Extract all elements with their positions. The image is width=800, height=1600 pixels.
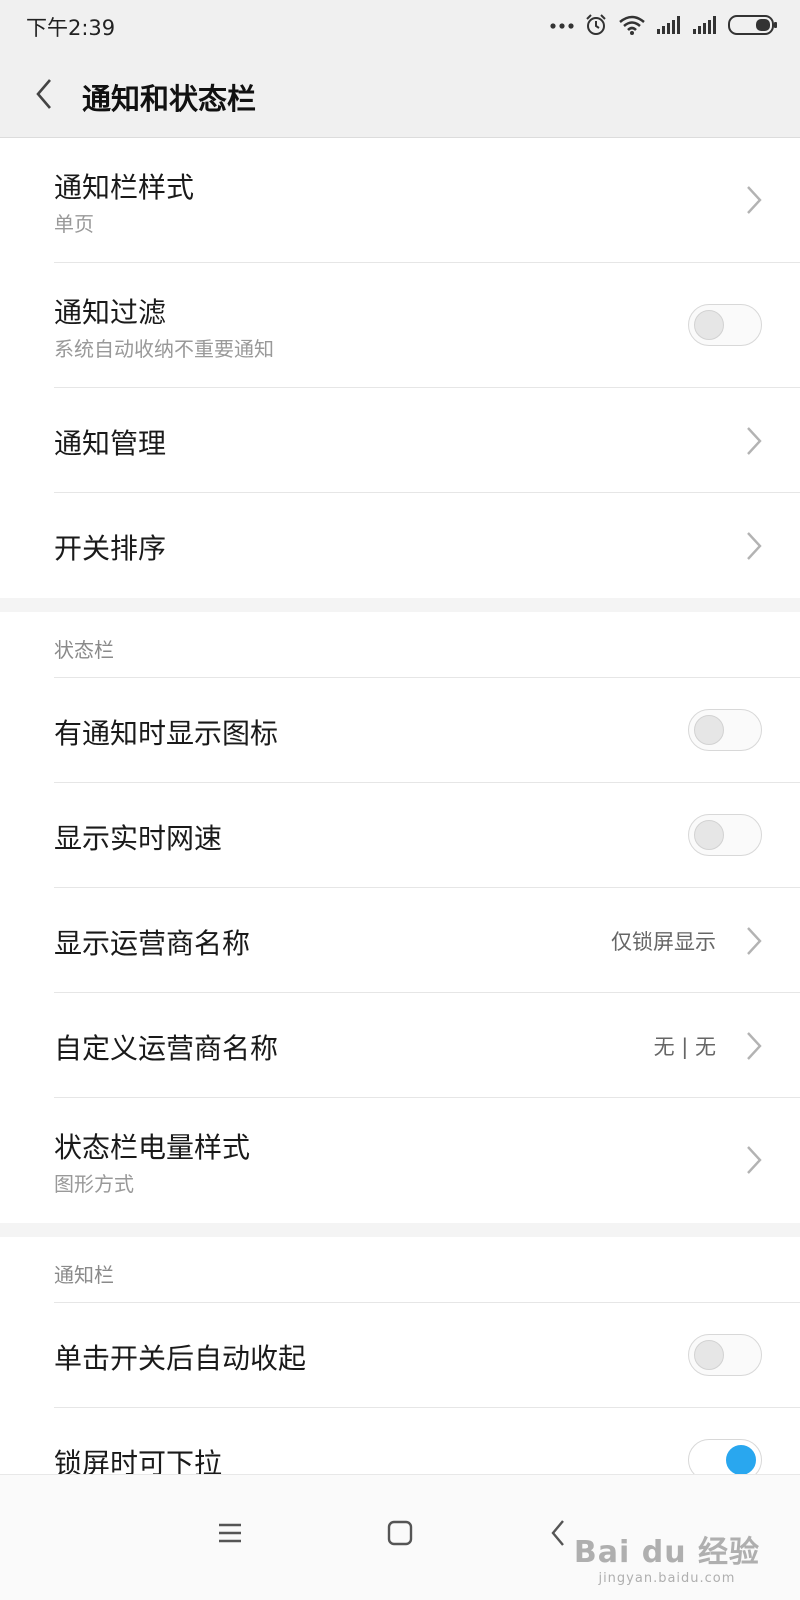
- section-divider: [0, 598, 800, 612]
- status-time: 下午2:39: [26, 16, 116, 40]
- notification-bar-section: 通知栏 单击开关后自动收起 锁屏时可下拉: [0, 1237, 800, 1513]
- toggle-knob: [694, 1340, 724, 1370]
- chevron-right-icon: [747, 427, 762, 455]
- row-title: 有通知时显示图标: [54, 717, 279, 750]
- page-title: 通知和状态栏: [82, 82, 257, 116]
- row-notification-style[interactable]: 通知栏样式 单页: [54, 138, 800, 263]
- auto-collapse-toggle[interactable]: [688, 1334, 762, 1376]
- row-battery-style[interactable]: 状态栏电量样式 图形方式: [54, 1098, 800, 1223]
- more-dots-icon: [550, 23, 574, 29]
- signal-2-icon: [693, 16, 716, 34]
- row-custom-carrier-name[interactable]: 自定义运营商名称 无 | 无: [54, 993, 800, 1098]
- section-header: 通知栏: [54, 1237, 800, 1303]
- chevron-right-icon: [747, 927, 762, 955]
- status-bar: 下午2:39: [0, 0, 800, 50]
- toggle-knob: [694, 715, 724, 745]
- row-subtitle: 单页: [54, 212, 94, 236]
- section-header-label: 通知栏: [54, 1263, 114, 1287]
- battery-icon: [728, 15, 777, 35]
- watermark: Bai du 经验 jingyan.baidu.com: [574, 1527, 760, 1586]
- row-value: 仅锁屏显示: [611, 930, 716, 954]
- show-network-speed-toggle[interactable]: [688, 814, 762, 856]
- row-title: 状态栏电量样式: [54, 1131, 251, 1164]
- home-button[interactable]: [370, 1503, 430, 1563]
- status-icons: [550, 10, 778, 40]
- row-title: 显示实时网速: [54, 822, 223, 855]
- row-switch-sorting[interactable]: 开关排序: [54, 493, 800, 598]
- home-icon: [387, 1520, 413, 1546]
- row-subtitle: 系统自动收纳不重要通知: [54, 337, 274, 361]
- toggle-knob: [694, 310, 724, 340]
- row-title: 显示运营商名称: [54, 927, 251, 960]
- toggle-knob: [694, 820, 724, 850]
- row-title: 通知栏样式: [54, 171, 195, 204]
- chevron-right-icon: [747, 186, 762, 214]
- signal-1-icon: [657, 16, 680, 34]
- back-icon: [551, 1520, 564, 1546]
- menu-button[interactable]: [200, 1503, 260, 1563]
- notification-filter-toggle[interactable]: [688, 304, 762, 346]
- row-notification-management[interactable]: 通知管理: [54, 388, 800, 493]
- chevron-right-icon: [747, 1032, 762, 1060]
- section-header-label: 状态栏: [54, 638, 114, 662]
- row-auto-collapse: 单击开关后自动收起: [54, 1303, 800, 1408]
- row-title: 通知过滤: [54, 296, 167, 329]
- notification-settings-section: 通知栏样式 单页 通知过滤 系统自动收纳不重要通知 通知管理 开关排序: [0, 138, 800, 598]
- section-divider: [0, 1223, 800, 1237]
- row-show-carrier-name[interactable]: 显示运营商名称 仅锁屏显示: [54, 888, 800, 993]
- menu-icon: [219, 1523, 241, 1543]
- row-title: 通知管理: [54, 427, 167, 460]
- watermark-sub: jingyan.baidu.com: [598, 1571, 736, 1586]
- chevron-right-icon: [747, 1146, 762, 1174]
- row-subtitle: 图形方式: [54, 1172, 134, 1196]
- section-header: 状态栏: [54, 612, 800, 678]
- row-title: 自定义运营商名称: [54, 1032, 279, 1065]
- navigation-bar: Bai du 经验 jingyan.baidu.com: [0, 1474, 800, 1600]
- chevron-right-icon: [747, 532, 762, 560]
- alarm-icon: [586, 14, 606, 35]
- back-button[interactable]: [22, 72, 66, 116]
- watermark-main: Bai du 经验: [573, 1535, 760, 1570]
- wifi-icon: [619, 15, 645, 35]
- row-show-network-speed: 显示实时网速: [54, 783, 800, 888]
- status-bar-section: 状态栏 有通知时显示图标 显示实时网速 显示运营商名称 仅锁屏显示 自定义运营商…: [0, 612, 800, 1223]
- chevron-left-icon: [36, 79, 51, 109]
- row-notification-filter: 通知过滤 系统自动收纳不重要通知: [54, 263, 800, 388]
- toggle-knob: [726, 1445, 756, 1475]
- row-title: 单击开关后自动收起: [54, 1342, 307, 1375]
- app-bar: 通知和状态栏: [0, 50, 800, 138]
- show-notification-icons-toggle[interactable]: [688, 709, 762, 751]
- row-title: 开关排序: [54, 532, 167, 565]
- row-show-notification-icons: 有通知时显示图标: [54, 678, 800, 783]
- row-value: 无 | 无: [653, 1035, 716, 1059]
